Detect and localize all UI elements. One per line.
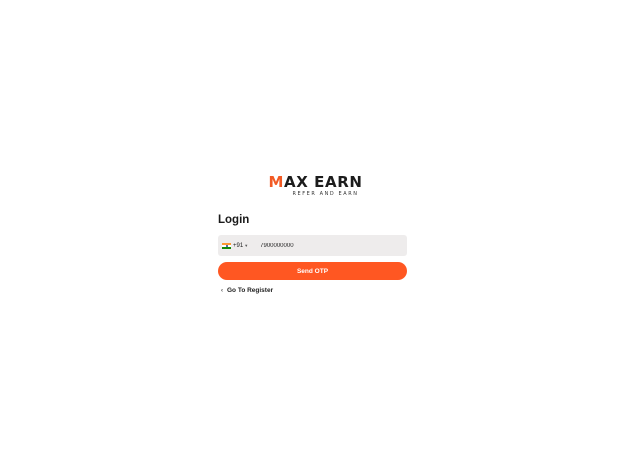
go-to-register-link[interactable]: ‹ Go To Register [218, 287, 407, 294]
send-otp-button[interactable]: Send OTP [218, 262, 407, 280]
phone-input[interactable] [260, 242, 381, 249]
country-code[interactable]: +91 [233, 243, 243, 249]
logo-accent-letter: M [268, 173, 284, 191]
register-link-label: Go To Register [227, 287, 274, 294]
login-card: MAX EARN REFER AND EARN Login +91 ▼ Send… [218, 174, 407, 294]
page-title: Login [218, 214, 250, 226]
india-flag-icon[interactable] [222, 242, 231, 249]
logo: MAX EARN REFER AND EARN [221, 174, 410, 197]
chevron-left-icon: ‹ [221, 287, 223, 294]
logo-wordmark: MAX EARN [221, 174, 410, 190]
phone-field: +91 ▼ [218, 235, 407, 256]
logo-rest: AX EARN [283, 173, 363, 191]
logo-tagline: REFER AND EARN [292, 191, 359, 197]
chevron-down-icon[interactable]: ▼ [244, 243, 248, 248]
